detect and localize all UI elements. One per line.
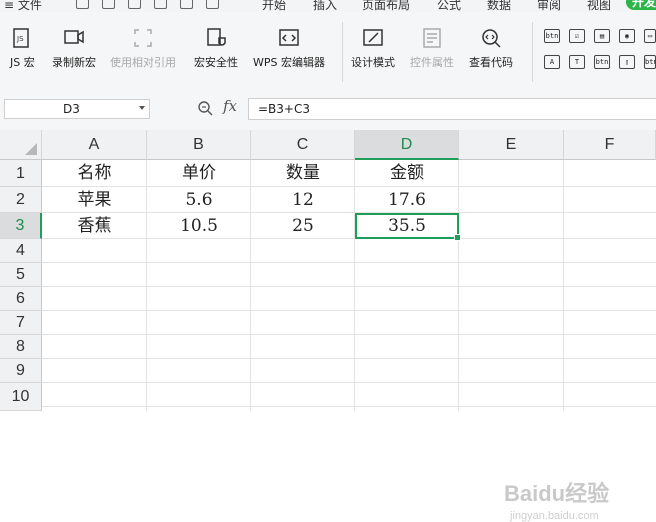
column-header-a[interactable]: A	[42, 130, 147, 160]
cell-d1[interactable]: 金额	[355, 160, 459, 187]
js-macro-icon: JS	[13, 28, 30, 48]
preview-icon[interactable]	[128, 0, 141, 9]
record-macro-icon	[64, 30, 84, 44]
watermark-logo: Baidu经验	[504, 481, 610, 506]
formula-bar: D3 fx =B3+C3	[0, 88, 656, 130]
active-cell-selection	[355, 213, 461, 241]
frame-control-icon[interactable]: ▭	[644, 29, 656, 43]
save-icon[interactable]	[76, 0, 89, 9]
format-painter-icon[interactable]	[154, 0, 167, 9]
macro-editor-button[interactable]: WPS 宏编辑器	[253, 26, 325, 70]
tab-data[interactable]: 数据	[487, 0, 511, 12]
tab-developer[interactable]: 开发	[626, 0, 656, 10]
cell-b3[interactable]: 10.5	[147, 213, 251, 239]
tab-view[interactable]: 视图	[587, 0, 611, 12]
svg-text:JS: JS	[16, 35, 24, 43]
js-macro-button[interactable]: JS JS 宏	[10, 26, 35, 70]
macro-editor-icon	[279, 29, 299, 46]
row-header-7[interactable]: 7	[0, 311, 42, 335]
print-icon[interactable]	[102, 0, 115, 9]
control-properties-button[interactable]: 控件属性	[410, 26, 454, 70]
file-menu[interactable]: ≡ 文件	[4, 0, 42, 12]
ribbon-divider	[342, 22, 343, 82]
cell-b2[interactable]: 5.6	[147, 187, 251, 213]
scrollbar-control-icon[interactable]: ▯	[619, 55, 635, 69]
relative-reference-icon	[134, 29, 152, 47]
cell-c2[interactable]: 12	[251, 187, 355, 213]
row-header-6[interactable]: 6	[0, 287, 42, 311]
tab-formulas[interactable]: 公式	[437, 0, 461, 12]
cell-b1[interactable]: 单价	[147, 160, 251, 187]
option-button-control-icon[interactable]: ◉	[619, 29, 635, 43]
watermark-url: jingyan.baidu.com	[510, 510, 599, 522]
fx-icon[interactable]: fx	[223, 97, 237, 115]
select-all-icon	[25, 143, 37, 155]
relative-reference-button[interactable]: 使用相对引用	[110, 26, 176, 70]
row-header-1[interactable]: 1	[0, 160, 42, 187]
name-box[interactable]: D3	[4, 99, 150, 119]
control-properties-icon	[423, 28, 441, 48]
row-header-3[interactable]: 3	[0, 213, 42, 239]
checkbox-control-icon[interactable]: ☑	[569, 29, 585, 43]
cell-c3[interactable]: 25	[251, 213, 355, 239]
cell-a2[interactable]: 苹果	[42, 187, 147, 213]
cell-c1[interactable]: 数量	[251, 160, 355, 187]
combobox-control-icon[interactable]: ▤	[594, 29, 610, 43]
undo-icon[interactable]	[180, 0, 193, 9]
fill-handle[interactable]	[454, 234, 461, 241]
select-all-corner[interactable]	[0, 130, 42, 160]
view-code-button[interactable]: 查看代码	[469, 26, 513, 70]
image-control-icon[interactable]: btn	[644, 55, 656, 69]
name-box-value: D3	[63, 102, 80, 116]
ribbon: JS JS 宏 录制新宏 使用相对引用 宏安全性 WPS 宏编辑器 设计模式 控…	[0, 12, 656, 89]
macro-security-button[interactable]: 宏安全性	[194, 26, 238, 70]
formula-input[interactable]: =B3+C3	[248, 98, 656, 120]
ribbon-divider	[532, 22, 533, 82]
tab-page-layout[interactable]: 页面布局	[362, 0, 410, 12]
row-header-2[interactable]: 2	[0, 187, 42, 213]
record-macro-button[interactable]: 录制新宏	[52, 26, 96, 70]
row-header-9[interactable]: 9	[0, 359, 42, 383]
row-header-4[interactable]: 4	[0, 239, 42, 263]
grid-line	[563, 160, 564, 411]
textbox-control-icon[interactable]: T	[569, 55, 585, 69]
view-code-icon	[482, 29, 501, 48]
row-header-10[interactable]: 10	[0, 383, 42, 411]
chevron-down-icon[interactable]	[139, 106, 145, 110]
tab-review[interactable]: 审阅	[537, 0, 561, 12]
row-header-8[interactable]: 8	[0, 335, 42, 359]
macro-security-icon	[207, 28, 226, 46]
column-header-b[interactable]: B	[147, 130, 251, 160]
column-header-d[interactable]: D	[355, 130, 459, 160]
tab-home[interactable]: 开始	[262, 0, 286, 12]
cell-a1[interactable]: 名称	[42, 160, 147, 187]
design-mode-icon	[363, 29, 383, 46]
menu-bar: ≡ 文件 开始 插入 页面布局 公式 数据 审阅 视图 开发	[0, 0, 656, 12]
cell-a3[interactable]: 香蕉	[42, 213, 147, 239]
row-header-5[interactable]: 5	[0, 263, 42, 287]
cell-d2[interactable]: 17.6	[355, 187, 459, 213]
column-header-e[interactable]: E	[459, 130, 564, 160]
button-control-icon[interactable]: btn	[544, 29, 560, 43]
button2-control-icon[interactable]: btn	[594, 55, 610, 69]
redo-icon[interactable]	[206, 0, 219, 9]
column-header-f[interactable]: F	[564, 130, 656, 160]
spreadsheet-grid: A B C D E F 1 2 3 4 5 6 7 8 9 10 名称 单价 数…	[0, 130, 656, 522]
label-control-icon[interactable]: A	[544, 55, 560, 69]
design-mode-button[interactable]: 设计模式	[351, 26, 395, 70]
zoom-icon[interactable]	[197, 100, 213, 116]
column-header-c[interactable]: C	[251, 130, 355, 160]
tab-insert[interactable]: 插入	[313, 0, 337, 12]
